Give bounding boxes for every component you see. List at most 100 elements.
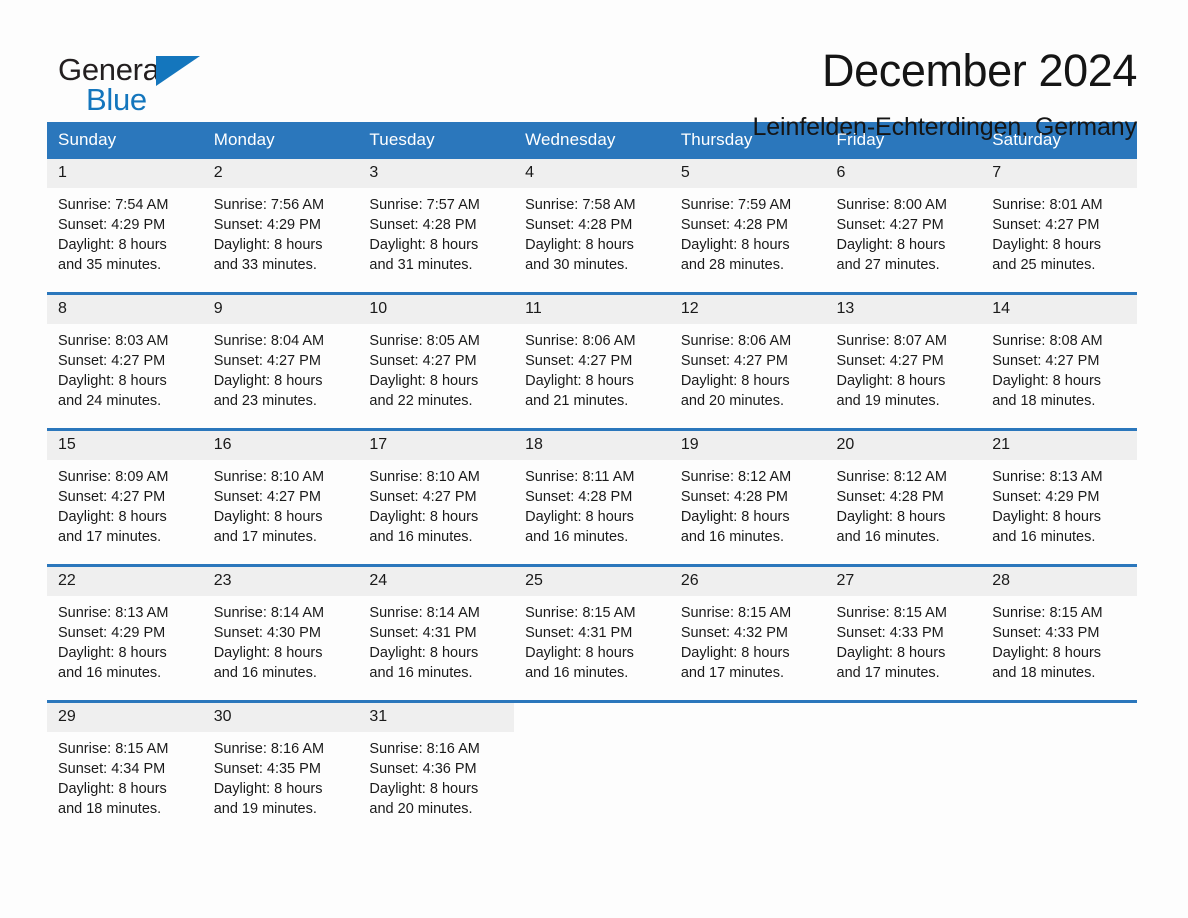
sunrise-text: Sunrise: 8:07 AM — [836, 333, 947, 349]
page-header: General Blue December 2024 Leinfelden-Ec… — [47, 0, 1141, 141]
day-cell-inner: 14 Sunrise: 8:08 AM Sunset: 4:27 PM Dayligh… — [981, 295, 1137, 427]
calendar-day-cell[interactable]: 6 Sunrise: 8:00 AM Sunset: 4:27 PM Daylight… — [825, 159, 982, 291]
day-details: Sunrise: 8:12 AM Sunset: 4:28 PM Daylight:… — [826, 460, 982, 547]
calendar-day-cell[interactable]: 24 Sunrise: 8:14 AM Sunset: 4:31 PM Dayligh… — [358, 564, 515, 699]
calendar-day-cell[interactable]: 13 Sunrise: 8:07 AM Sunset: 4:27 PM Dayligh… — [825, 292, 982, 427]
calendar-day-cell[interactable]: 11 Sunrise: 8:06 AM Sunset: 4:27 PM Dayligh… — [514, 292, 670, 427]
day-cell-inner: 18 Sunrise: 8:11 AM Sunset: 4:28 PM Dayligh… — [514, 431, 670, 563]
daylight-text-line2: and 27 minutes. — [836, 257, 940, 273]
day-number: 7 — [981, 159, 1137, 188]
day-details: Sunrise: 8:06 AM Sunset: 4:27 PM Daylight:… — [514, 324, 670, 411]
sunset-text: Sunset: 4:31 PM — [525, 625, 633, 641]
calendar-day-cell[interactable]: 9 Sunrise: 8:04 AM Sunset: 4:27 PM Daylight… — [202, 292, 359, 427]
daylight-text-line2: and 31 minutes. — [369, 257, 473, 273]
calendar-week-row: 15 Sunrise: 8:09 AM Sunset: 4:27 PM Dayligh… — [47, 428, 1137, 563]
calendar-day-cell[interactable]: 21 Sunrise: 8:13 AM Sunset: 4:29 PM Dayligh… — [981, 428, 1137, 563]
calendar-day-cell[interactable]: 22 Sunrise: 8:13 AM Sunset: 4:29 PM Dayligh… — [47, 564, 203, 699]
calendar-day-cell[interactable]: 5 Sunrise: 7:59 AM Sunset: 4:28 PM Daylight… — [669, 159, 826, 291]
day-cell-inner: 1 Sunrise: 7:54 AM Sunset: 4:29 PM Daylight… — [47, 159, 203, 291]
calendar-day-cell[interactable]: 3 Sunrise: 7:57 AM Sunset: 4:28 PM Daylight… — [358, 159, 515, 291]
sunrise-text: Sunrise: 8:12 AM — [680, 469, 792, 485]
calendar-day-cell[interactable]: 10 Sunrise: 8:05 AM Sunset: 4:27 PM Dayligh… — [358, 292, 515, 427]
calendar-day-cell[interactable]: 28 Sunrise: 8:15 AM Sunset: 4:33 PM Dayligh… — [981, 564, 1137, 699]
sunset-text: Sunset: 4:27 PM — [992, 353, 1100, 369]
sunrise-text: Sunrise: 8:03 AM — [58, 333, 169, 349]
sunrise-text: Sunrise: 8:05 AM — [369, 333, 480, 349]
calendar-week-row: 8 Sunrise: 8:03 AM Sunset: 4:27 PM Daylight… — [47, 292, 1137, 427]
day-details: Sunrise: 8:10 AM Sunset: 4:27 PM Daylight:… — [203, 460, 359, 547]
sunset-text: Sunset: 4:34 PM — [58, 761, 166, 777]
calendar-day-cell — [981, 700, 1137, 835]
calendar-day-cell[interactable]: 17 Sunrise: 8:10 AM Sunset: 4:27 PM Dayligh… — [358, 428, 515, 563]
day-number: 20 — [825, 431, 982, 460]
calendar-day-cell[interactable]: 29 Sunrise: 8:15 AM Sunset: 4:34 PM Dayligh… — [47, 700, 203, 835]
calendar-week-row: 29 Sunrise: 8:15 AM Sunset: 4:34 PM Dayligh… — [47, 700, 1137, 835]
daylight-text-line1: Daylight: 8 hours — [992, 237, 1102, 253]
day-number: 28 — [981, 567, 1137, 596]
daylight-text-line2: and 21 minutes. — [525, 393, 629, 409]
calendar-day-cell[interactable]: 16 Sunrise: 8:10 AM Sunset: 4:27 PM Dayligh… — [202, 428, 359, 563]
calendar-day-cell[interactable]: 1 Sunrise: 7:54 AM Sunset: 4:29 PM Daylight… — [47, 159, 203, 291]
day-number: 18 — [514, 431, 670, 460]
day-cell-inner: 13 Sunrise: 8:07 AM Sunset: 4:27 PM Dayligh… — [825, 295, 982, 427]
calendar-day-cell[interactable]: 26 Sunrise: 8:15 AM Sunset: 4:32 PM Dayligh… — [669, 564, 826, 699]
daylight-text-line1: Daylight: 8 hours — [525, 237, 634, 253]
sunrise-text: Sunrise: 8:06 AM — [680, 333, 792, 349]
calendar-day-cell[interactable]: 8 Sunrise: 8:03 AM Sunset: 4:27 PM Daylight… — [47, 292, 203, 427]
calendar-day-cell[interactable]: 23 Sunrise: 8:14 AM Sunset: 4:30 PM Dayligh… — [202, 564, 359, 699]
calendar-day-cell[interactable]: 18 Sunrise: 8:11 AM Sunset: 4:28 PM Dayligh… — [514, 428, 670, 563]
daylight-text-line2: and 18 minutes. — [992, 665, 1096, 681]
day-details: Sunrise: 8:10 AM Sunset: 4:27 PM Daylight:… — [358, 460, 514, 547]
day-number: 4 — [514, 159, 670, 188]
daylight-text-line2: and 35 minutes. — [58, 257, 162, 273]
daylight-text-line1: Daylight: 8 hours — [213, 509, 323, 525]
sunrise-text: Sunrise: 8:00 AM — [836, 197, 947, 213]
sunrise-text: Sunrise: 8:11 AM — [525, 469, 635, 485]
sunset-text: Sunset: 4:28 PM — [680, 217, 789, 233]
day-number: 2 — [202, 159, 359, 188]
calendar-day-cell[interactable]: 20 Sunrise: 8:12 AM Sunset: 4:28 PM Dayligh… — [825, 428, 982, 563]
sunrise-text: Sunrise: 8:15 AM — [58, 741, 169, 757]
day-details: Sunrise: 7:59 AM Sunset: 4:28 PM Daylight:… — [670, 188, 826, 275]
daylight-text-line1: Daylight: 8 hours — [836, 509, 946, 525]
daylight-text-line2: and 16 minutes. — [836, 529, 940, 545]
sunrise-text: Sunrise: 7:56 AM — [213, 197, 325, 213]
daylight-text-line2: and 16 minutes. — [525, 665, 629, 681]
calendar-day-cell[interactable]: 4 Sunrise: 7:58 AM Sunset: 4:28 PM Daylight… — [514, 159, 670, 291]
day-cell-inner: 26 Sunrise: 8:15 AM Sunset: 4:32 PM Dayligh… — [669, 567, 826, 699]
sunset-text: Sunset: 4:28 PM — [680, 489, 789, 505]
day-cell-inner: 24 Sunrise: 8:14 AM Sunset: 4:31 PM Dayligh… — [358, 567, 515, 699]
day-details: Sunrise: 8:14 AM Sunset: 4:31 PM Daylight:… — [358, 596, 514, 683]
day-details: Sunrise: 8:09 AM Sunset: 4:27 PM Daylight:… — [47, 460, 203, 547]
day-cell-inner: 28 Sunrise: 8:15 AM Sunset: 4:33 PM Dayligh… — [981, 567, 1137, 699]
day-number: 26 — [669, 567, 826, 596]
day-cell-inner: 20 Sunrise: 8:12 AM Sunset: 4:28 PM Dayligh… — [825, 431, 982, 563]
calendar-day-cell[interactable]: 19 Sunrise: 8:12 AM Sunset: 4:28 PM Dayligh… — [669, 428, 826, 563]
calendar-day-cell[interactable]: 25 Sunrise: 8:15 AM Sunset: 4:31 PM Dayligh… — [514, 564, 670, 699]
daylight-text-line1: Daylight: 8 hours — [992, 645, 1102, 661]
sunset-text: Sunset: 4:27 PM — [680, 353, 789, 369]
calendar-day-cell[interactable]: 15 Sunrise: 8:09 AM Sunset: 4:27 PM Dayligh… — [47, 428, 203, 563]
calendar-day-cell[interactable]: 30 Sunrise: 8:16 AM Sunset: 4:35 PM Dayligh… — [202, 700, 359, 835]
day-cell-inner: 19 Sunrise: 8:12 AM Sunset: 4:28 PM Dayligh… — [669, 431, 826, 563]
daylight-text-line1: Daylight: 8 hours — [213, 781, 323, 797]
day-cell-inner — [514, 703, 670, 835]
day-details: Sunrise: 8:16 AM Sunset: 4:36 PM Daylight:… — [358, 732, 514, 819]
daylight-text-line2: and 18 minutes. — [58, 801, 162, 817]
daylight-text-line2: and 17 minutes. — [58, 529, 162, 545]
daylight-text-line1: Daylight: 8 hours — [369, 373, 479, 389]
daylight-text-line1: Daylight: 8 hours — [680, 645, 790, 661]
calendar-day-cell[interactable]: 27 Sunrise: 8:15 AM Sunset: 4:33 PM Dayligh… — [825, 564, 982, 699]
calendar-day-cell[interactable]: 12 Sunrise: 8:06 AM Sunset: 4:27 PM Dayligh… — [669, 292, 826, 427]
day-cell-inner: 21 Sunrise: 8:13 AM Sunset: 4:29 PM Dayligh… — [981, 431, 1137, 563]
calendar-day-cell[interactable]: 14 Sunrise: 8:08 AM Sunset: 4:27 PM Dayligh… — [981, 292, 1137, 427]
day-number: 19 — [669, 431, 826, 460]
calendar-day-cell[interactable]: 7 Sunrise: 8:01 AM Sunset: 4:27 PM Daylight… — [981, 159, 1137, 291]
calendar-day-cell[interactable]: 2 Sunrise: 7:56 AM Sunset: 4:29 PM Daylight… — [202, 159, 359, 291]
daylight-text-line2: and 33 minutes. — [213, 257, 317, 273]
day-details: Sunrise: 8:01 AM Sunset: 4:27 PM Daylight:… — [981, 188, 1137, 275]
day-number: 17 — [358, 431, 515, 460]
daylight-text-line1: Daylight: 8 hours — [369, 781, 479, 797]
calendar-day-cell[interactable]: 31 Sunrise: 8:16 AM Sunset: 4:36 PM Dayligh… — [358, 700, 515, 835]
daylight-text-line2: and 22 minutes. — [369, 393, 473, 409]
